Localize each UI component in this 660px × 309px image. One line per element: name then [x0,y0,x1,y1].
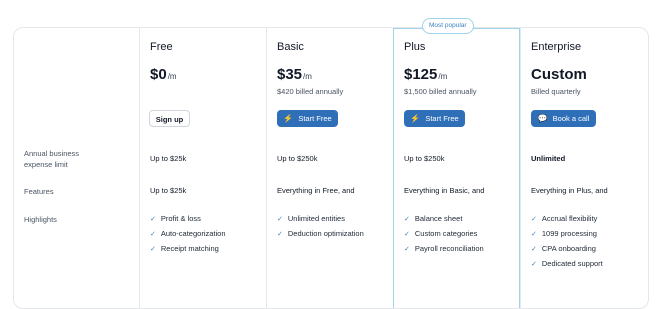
row-label-features: Features [24,187,54,196]
expense-limit-free: Up to $25k [150,154,187,163]
features-plus: Everything in Basic, and [404,186,485,195]
check-icon: ✓ [531,231,537,238]
plan-name-basic: Basic [277,41,304,53]
column-divider [266,28,267,308]
row-label-expense-limit: Annual business expense limit [24,149,80,169]
highlight-item: ✓ Deduction optimization [277,229,364,238]
highlight-item: ✓ Dedicated support [531,259,603,268]
highlight-item: ✓ 1099 processing [531,229,597,238]
plan-name-plus: Plus [404,41,426,53]
plan-price-basic: $35/m [277,66,312,83]
chat-bubble-icon: 💬 [537,114,548,123]
price-note-basic: $420 billed annually [277,87,344,96]
expense-limit-enterprise: Unlimited [531,154,566,163]
row-label-highlights: Highlights [24,215,57,224]
expense-limit-basic: Up to $250k [277,154,318,163]
start-free-button-plus[interactable]: ⚡ Start Free [404,110,465,127]
check-icon: ✓ [404,216,410,223]
plan-name-free: Free [150,41,173,53]
highlight-item: ✓ Receipt matching [150,244,219,253]
plan-price-plus: $125/m [404,66,448,83]
features-free: Up to $25k [150,186,187,195]
check-icon: ✓ [531,216,537,223]
lightning-icon: ⚡ [283,114,294,123]
highlight-item: ✓ Balance sheet [404,214,463,223]
highlight-item: ✓ Profit & loss [150,214,201,223]
most-popular-badge: Most popular [422,18,474,34]
check-icon: ✓ [531,261,537,268]
highlight-item: ✓ Unlimited entities [277,214,345,223]
highlight-item: ✓ Accrual flexibility [531,214,598,223]
column-divider [139,28,140,308]
check-icon: ✓ [150,216,156,223]
book-a-call-button[interactable]: 💬 Book a call [531,110,596,127]
expense-limit-plus: Up to $250k [404,154,445,163]
check-icon: ✓ [404,246,410,253]
plan-price-enterprise: Custom [531,66,587,83]
highlight-item: ✓ Payroll reconciliation [404,244,484,253]
highlight-item: ✓ Custom categories [404,229,478,238]
check-icon: ✓ [404,231,410,238]
check-icon: ✓ [150,231,156,238]
start-free-button-basic[interactable]: ⚡ Start Free [277,110,338,127]
lightning-icon: ⚡ [410,114,421,123]
price-note-plus: $1,500 billed annually [404,87,477,96]
plan-name-enterprise: Enterprise [531,41,582,53]
features-basic: Everything in Free, and [277,186,355,195]
highlight-item: ✓ CPA onboarding [531,244,596,253]
sign-up-button[interactable]: Sign up [149,110,190,127]
highlight-item: ✓ Auto-categorization [150,229,226,238]
price-note-enterprise: Billed quarterly [531,87,581,96]
check-icon: ✓ [150,246,156,253]
plan-price-free: $0/m [150,66,177,83]
column-divider [520,28,521,308]
features-enterprise: Everything in Plus, and [531,186,608,195]
check-icon: ✓ [277,231,283,238]
check-icon: ✓ [277,216,283,223]
check-icon: ✓ [531,246,537,253]
